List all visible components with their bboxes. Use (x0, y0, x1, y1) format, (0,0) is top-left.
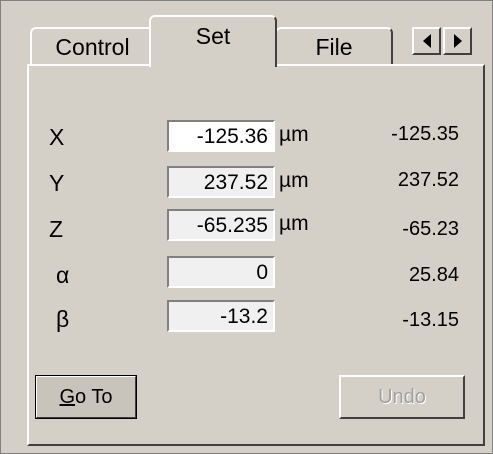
axis-label-y: Y (49, 170, 65, 196)
undo-button[interactable]: Undo (339, 375, 465, 419)
tab-file[interactable]: File (275, 27, 393, 65)
axis-label-beta: β (56, 306, 70, 332)
go-to-label: o To (75, 385, 113, 408)
tab-control[interactable]: Control (30, 27, 155, 65)
axis-label-alpha: α (56, 262, 70, 288)
beta-input[interactable]: -13.2 (167, 300, 275, 332)
x-input[interactable]: -125.36 (167, 120, 275, 152)
y-readout: 237.52 (397, 169, 459, 191)
tab-set-label: Set (195, 22, 231, 49)
tab-scroll-right-button[interactable] (443, 27, 472, 55)
tab-scroll-buttons (412, 27, 474, 55)
z-input[interactable]: -65.235 (167, 209, 275, 241)
tab-control-label: Control (55, 33, 130, 60)
tab-set[interactable]: Set (149, 15, 277, 67)
tab-file-label: File (315, 33, 353, 60)
undo-label: Undo (378, 385, 426, 408)
go-to-mnemonic: G (59, 385, 76, 408)
x-unit: µm (279, 123, 309, 146)
arrow-right-icon (453, 34, 462, 48)
y-input[interactable]: 237.52 (167, 166, 275, 198)
z-unit: µm (279, 212, 309, 235)
arrow-left-icon (422, 34, 431, 48)
alpha-input[interactable]: 0 (167, 256, 275, 288)
axis-label-x: X (49, 124, 65, 150)
beta-readout: -13.15 (402, 309, 459, 331)
alpha-readout: 25.84 (408, 264, 459, 286)
axis-label-z: Z (49, 216, 64, 242)
z-readout: -65.23 (402, 218, 459, 240)
tab-scroll-left-button[interactable] (412, 27, 441, 55)
go-to-button[interactable]: Go To (35, 375, 137, 419)
x-readout: -125.35 (391, 123, 459, 145)
y-unit: µm (279, 169, 309, 192)
